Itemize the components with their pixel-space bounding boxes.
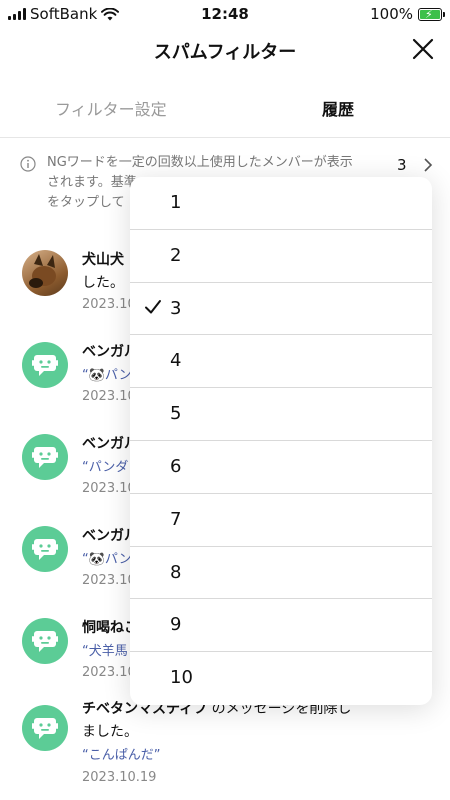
bot-icon xyxy=(32,631,58,652)
dropdown-option[interactable]: 9 xyxy=(130,599,432,653)
dog-photo-icon xyxy=(29,254,56,288)
close-icon[interactable] xyxy=(410,36,436,62)
message-quote: “🐼パン xyxy=(82,552,132,567)
tab-filter-settings[interactable]: フィルター設定 xyxy=(55,96,167,120)
bot-icon xyxy=(32,539,58,560)
dropdown-option[interactable]: 4 xyxy=(130,335,432,389)
threshold-value: 3 xyxy=(397,156,407,174)
bot-icon xyxy=(32,447,58,468)
status-bar: SoftBank 12:48 100% ⚡ xyxy=(0,0,450,28)
tab-bar: フィルター設定 履歴 xyxy=(0,74,450,138)
avatar xyxy=(22,250,68,296)
dropdown-option[interactable]: 2 xyxy=(130,230,432,283)
message-quote: “こんぱんだ” xyxy=(82,748,161,763)
message-text: した。 xyxy=(82,275,124,291)
page-title: スパムフィルター xyxy=(153,42,297,63)
nav-header: スパムフィルター xyxy=(0,28,450,74)
status-right: 100% ⚡ xyxy=(370,5,445,23)
chevron-right-icon xyxy=(424,158,433,172)
message-quote: “パンダ xyxy=(82,460,129,475)
info-icon xyxy=(20,156,36,172)
avatar xyxy=(22,526,68,572)
avatar xyxy=(22,705,68,751)
dropdown-option[interactable]: 10 xyxy=(130,652,432,705)
notice-line-1: NGワードを一定の回数以上使用したメンバーが表示 xyxy=(47,155,353,170)
battery-percent: 100% xyxy=(370,5,413,23)
bot-icon xyxy=(32,355,58,376)
bot-icon xyxy=(32,718,58,739)
message-text: ました。 xyxy=(82,724,138,740)
avatar xyxy=(22,618,68,664)
dropdown-option[interactable]: 6 xyxy=(130,441,432,494)
date-label: 2023.10.19 xyxy=(82,770,157,785)
dropdown-option[interactable]: 8 xyxy=(130,547,432,600)
avatar xyxy=(22,342,68,388)
checkmark-icon xyxy=(145,299,161,314)
list-item[interactable]: チベタンマスティフ のメッセージを削除し ました。 “こんぱんだ” 2023.1… xyxy=(0,697,450,797)
message-quote: “犬羊馬 xyxy=(82,644,128,659)
message-quote: “🐼パン xyxy=(82,368,132,383)
dropdown-option[interactable]: 7 xyxy=(130,494,432,547)
threshold-dropdown: 1 2 3 4 5 6 7 8 9 10 xyxy=(130,177,432,705)
dropdown-option[interactable]: 1 xyxy=(130,177,432,230)
avatar xyxy=(22,434,68,480)
dropdown-option-selected[interactable]: 3 xyxy=(130,283,432,336)
battery-icon: ⚡ xyxy=(418,7,445,21)
dropdown-option[interactable]: 5 xyxy=(130,388,432,441)
tab-history[interactable]: 履歴 xyxy=(322,96,354,120)
